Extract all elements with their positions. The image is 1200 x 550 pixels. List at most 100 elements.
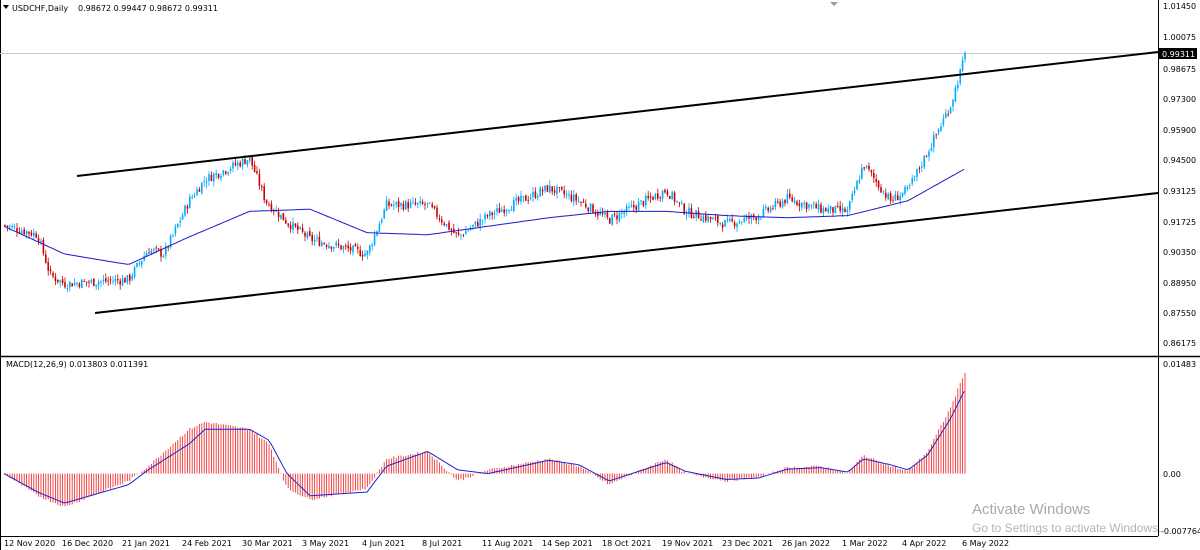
candle-body [385, 200, 388, 211]
candle-body [9, 225, 11, 227]
candle-body [465, 231, 467, 235]
candle-body [645, 195, 647, 206]
price-tick: 0.93125 [1163, 187, 1196, 196]
candle-body [781, 200, 784, 208]
candle-body [388, 201, 390, 206]
candle-body [743, 217, 745, 222]
candle-body [309, 231, 311, 236]
symbol-menu-icon[interactable] [3, 5, 9, 9]
candle-body [297, 225, 299, 230]
candle-body [705, 214, 707, 221]
candle-body [421, 201, 424, 204]
candle-body [57, 279, 59, 283]
candle-body [813, 203, 815, 205]
candle-body [635, 206, 637, 210]
candle-body [186, 206, 189, 209]
candle-body [244, 158, 246, 165]
candle-body [940, 126, 942, 131]
candle-body [407, 202, 409, 209]
candle-body [347, 245, 349, 249]
candle-body [109, 279, 112, 281]
candle-body [467, 230, 469, 232]
candle-body [733, 222, 736, 227]
candle-body [774, 200, 777, 208]
candle-body [203, 181, 205, 183]
candle-body [880, 187, 882, 193]
candle-body [625, 206, 628, 212]
candle-body [707, 216, 709, 222]
candle-body [537, 196, 539, 198]
candle-body [328, 245, 330, 248]
candle-body [952, 100, 954, 107]
candle-body [357, 247, 359, 249]
macd-title: MACD(12,26,9) 0.013803 0.011391 [6, 360, 148, 369]
candle-body [657, 193, 659, 199]
moving-average-series [3, 168, 965, 265]
candle-body [457, 232, 460, 235]
candle-body [949, 107, 952, 114]
time-tick: 6 May 2022 [962, 539, 1009, 548]
candle-body [162, 255, 165, 258]
candle-body [808, 204, 810, 208]
candle-body [369, 245, 371, 253]
activation-watermark-subtitle: Go to Settings to activate Windows. [972, 521, 1162, 535]
candle-body [397, 200, 400, 208]
price-tick: 1.00075 [1163, 33, 1196, 42]
candle-body [445, 223, 448, 227]
macd-axis: 0.01483 0.00 -0.007764 [1161, 360, 1200, 536]
candle-body [877, 180, 880, 188]
candle-body [765, 206, 767, 209]
candle-body [489, 211, 491, 217]
candle-body [381, 219, 383, 223]
candle-body [114, 278, 117, 282]
candle-body [767, 207, 769, 211]
candle-body [820, 204, 822, 213]
time-tick: 19 Nov 2021 [662, 539, 713, 548]
candle-body [371, 244, 373, 247]
candle-body [102, 279, 105, 282]
candle-body [925, 155, 928, 157]
candle-body [549, 185, 551, 193]
candle-body [556, 187, 558, 194]
trend-channel[interactable] [76, 51, 1159, 314]
candle-body [76, 283, 78, 285]
candle-body [119, 280, 121, 285]
candle-body [671, 192, 673, 199]
candle-body [222, 170, 225, 175]
candle-body [693, 216, 695, 218]
trading-chart[interactable]: USDCHF,Daily 0.98672 0.99447 0.98672 0.9… [0, 0, 1200, 550]
macd-histogram [4, 372, 966, 507]
candle-body [220, 176, 222, 179]
candle-body [117, 279, 119, 281]
candle-body [11, 226, 13, 228]
candle-body [481, 220, 484, 221]
candle-body [455, 232, 457, 234]
candle-body [803, 203, 805, 205]
candle-body [633, 204, 635, 208]
candle-body [858, 179, 861, 183]
candle-body [534, 191, 537, 198]
candle-body [234, 163, 237, 166]
candle-body [364, 253, 366, 257]
candle-body [294, 223, 297, 227]
candle-body [304, 232, 306, 237]
candle-body [676, 200, 678, 202]
candle-body [433, 206, 436, 209]
candle-body [592, 204, 594, 214]
candle-body [73, 282, 76, 286]
candle-body [172, 234, 174, 236]
candle-body [93, 278, 95, 286]
candle-body [40, 240, 42, 243]
candle-body [335, 242, 337, 246]
candle-body [606, 212, 609, 217]
chart-shift-marker[interactable] [830, 2, 838, 6]
candle-body [61, 279, 64, 284]
candle-body [829, 205, 832, 210]
candle-body [155, 247, 157, 249]
macd-tick: 0.01483 [1163, 360, 1196, 369]
candle-body [779, 201, 781, 207]
candle-body [292, 222, 294, 230]
candle-body [393, 204, 395, 206]
moving-average-line [3, 168, 965, 265]
candle-body [282, 212, 285, 221]
